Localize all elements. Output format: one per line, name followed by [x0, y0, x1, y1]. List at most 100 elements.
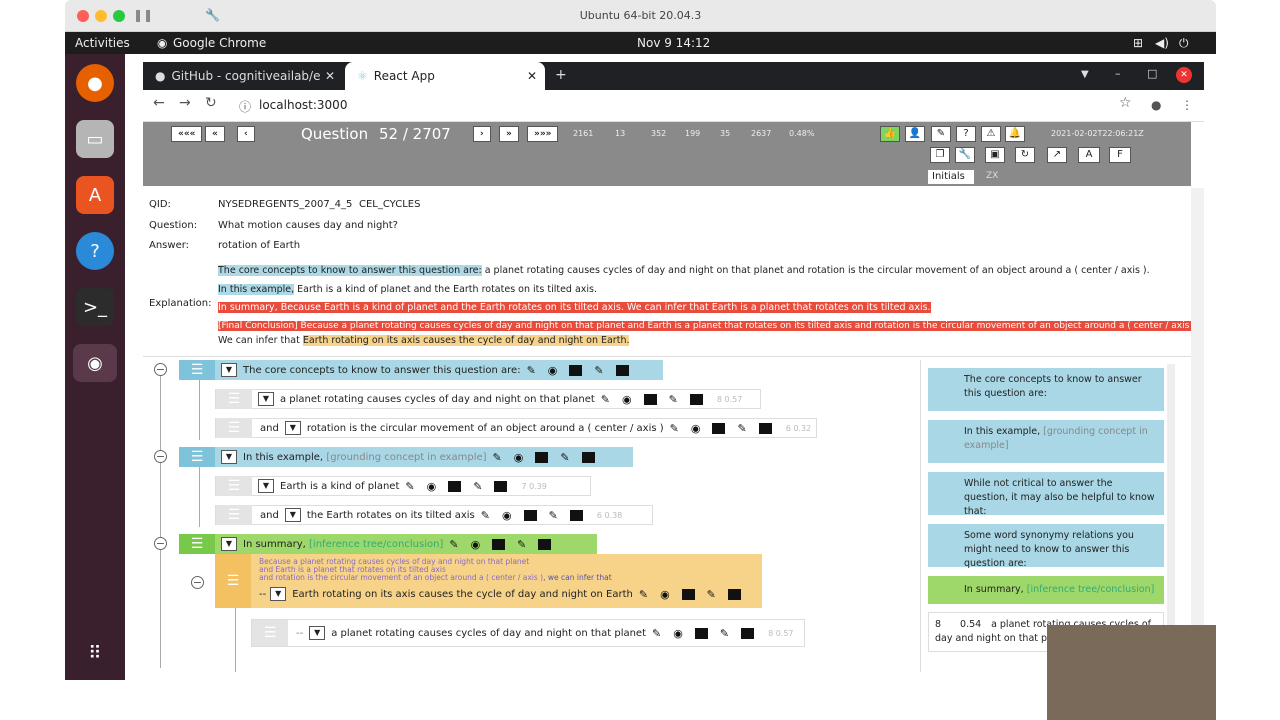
panel-synonymy[interactable]: Some word synonymy relations you might n… [928, 524, 1164, 569]
clock[interactable]: Nov 9 14:12 [637, 36, 710, 50]
warning-icon[interactable]: ⚠ [981, 126, 1001, 142]
first-button[interactable]: ««« [171, 126, 203, 142]
initials-input[interactable]: ZX [986, 171, 998, 181]
collapse-icon[interactable]: − [154, 450, 167, 463]
collapse-icon[interactable]: − [154, 363, 167, 376]
edit-icon[interactable]: ✎ [560, 451, 569, 464]
eye-icon[interactable]: ◉ [502, 509, 512, 522]
activities-button[interactable]: Activities [75, 36, 130, 50]
forward-icon[interactable]: → [179, 95, 191, 111]
maximize-icon[interactable]: □ [1147, 67, 1157, 80]
collapse-icon[interactable]: − [191, 576, 204, 589]
back-icon[interactable]: ← [153, 95, 165, 111]
prev10-button[interactable]: « [205, 126, 225, 142]
network-icon[interactable]: ⊞ [1133, 36, 1143, 50]
remove-icon[interactable] [615, 364, 629, 376]
last-button[interactable]: »»» [527, 126, 559, 142]
menu-icon[interactable]: ⋮ [1181, 98, 1193, 112]
eye-icon[interactable]: ◉ [427, 480, 437, 493]
drag-handle-icon[interactable]: ☰ [216, 476, 252, 496]
profile-icon[interactable]: ● [1151, 98, 1161, 112]
refresh-icon[interactable]: ↻ [1015, 147, 1035, 163]
edit-icon[interactable]: ✎ [473, 480, 482, 493]
drag-handle-icon[interactable]: ☰ [252, 620, 288, 646]
pencil-icon[interactable]: ✎ [652, 627, 661, 640]
export-icon[interactable]: F [1109, 147, 1131, 163]
dropdown-icon[interactable]: ▼ [309, 626, 326, 640]
prev-button[interactable]: ‹ [237, 126, 255, 142]
inference-conclusion[interactable]: -- ▼ Earth rotating on its axis causes t… [259, 584, 747, 604]
dropdown-icon[interactable]: ▼ [284, 508, 301, 522]
pencil-icon[interactable]: ✎ [670, 422, 679, 435]
help-icon[interactable]: ? [956, 126, 976, 142]
copy-icon[interactable] [643, 393, 657, 405]
drag-handle-icon[interactable]: ☰ [179, 360, 215, 380]
close-browser-icon[interactable]: ✕ [1176, 67, 1192, 83]
drag-handle-icon[interactable]: ☰ [215, 554, 251, 608]
remove-icon[interactable] [727, 588, 741, 600]
eye-icon[interactable]: ◉ [660, 588, 670, 601]
dropdown-icon[interactable]: ▼ [258, 479, 274, 493]
show-apps-icon[interactable]: ⠿ [76, 634, 114, 672]
tree-row-example[interactable]: ☰ ▼ In this example, [grounding concept … [179, 447, 633, 467]
edit-icon[interactable]: ✎ [720, 627, 729, 640]
copy-icon[interactable] [681, 588, 695, 600]
next-button[interactable]: › [473, 126, 491, 142]
edit-icon[interactable]: ✎ [737, 422, 746, 435]
drag-handle-icon[interactable]: ☰ [179, 534, 215, 554]
tools-icon[interactable]: 🔧 [955, 147, 975, 163]
bookmark-star-icon[interactable]: ☆ [1119, 95, 1132, 111]
collapse-icon[interactable]: − [154, 537, 167, 550]
tree-row-fact[interactable]: ☰ ▼ a planet rotating causes cycles of d… [215, 389, 761, 409]
info-icon[interactable]: ⓘ [239, 98, 251, 115]
font-size-icon[interactable]: A [1078, 147, 1100, 163]
volume-icon[interactable]: ◀) [1155, 36, 1169, 50]
tree-row-fact[interactable]: ☰ and ▼ the Earth rotates on its tilted … [215, 505, 653, 525]
eye-icon[interactable]: ◉ [673, 627, 683, 640]
copy-icon[interactable] [694, 627, 708, 639]
tree-row-fact[interactable]: ☰ ▼ Earth is a kind of planet ✎ ◉ ✎ 7 0.39 [215, 476, 591, 496]
pencil-icon[interactable]: ✎ [405, 480, 414, 493]
copy-icon[interactable] [712, 422, 726, 434]
copy-icon[interactable] [448, 480, 462, 492]
copy-icon[interactable] [523, 509, 537, 521]
pencil-icon[interactable]: ✎ [481, 509, 490, 522]
tab-search-icon[interactable]: ▼ [1081, 69, 1089, 80]
edit-icon[interactable]: ✎ [931, 126, 951, 142]
files-icon[interactable]: ▭ [76, 120, 114, 158]
dropdown-icon[interactable]: ▼ [221, 450, 237, 464]
dropdown-icon[interactable]: ▼ [221, 363, 237, 377]
copy-icon[interactable] [535, 451, 549, 463]
edit-icon[interactable]: ✎ [549, 509, 558, 522]
drag-handle-icon[interactable]: ☰ [216, 505, 252, 525]
new-tab-icon[interactable]: + [555, 67, 567, 83]
thumbs-up-icon[interactable]: 👍 [880, 126, 900, 142]
eye-icon[interactable]: ◉ [471, 538, 481, 551]
panel-scrollbar[interactable] [1167, 364, 1175, 664]
bell-icon[interactable]: 🔔 [1005, 126, 1025, 142]
copy-icon[interactable]: ❐ [930, 147, 950, 163]
edit-icon[interactable]: ✎ [707, 588, 716, 601]
reload-icon[interactable]: ↻ [205, 95, 217, 111]
panel-optional[interactable]: While not critical to answer the questio… [928, 472, 1164, 517]
remove-icon[interactable] [689, 393, 703, 405]
add-user-icon[interactable]: 👤 [905, 126, 925, 142]
edit-icon[interactable]: ✎ [517, 538, 526, 551]
eye-icon[interactable]: ◉ [514, 451, 524, 464]
remove-icon[interactable] [758, 422, 772, 434]
url-field[interactable]: localhost:3000 [259, 98, 347, 112]
remove-icon[interactable] [569, 509, 583, 521]
panel-example[interactable]: In this example, [grounding concept in e… [928, 420, 1164, 463]
chart-icon[interactable]: ↗ [1047, 147, 1067, 163]
edit-icon[interactable]: ✎ [594, 364, 603, 377]
eye-icon[interactable]: ◉ [622, 393, 632, 406]
tree-row-fact[interactable]: ☰ -- ▼ a planet rotating causes cycles o… [251, 619, 805, 647]
copy-icon[interactable] [569, 364, 583, 376]
power-icon[interactable]: ⏻ [1179, 36, 1189, 51]
remove-icon[interactable] [538, 538, 552, 550]
eye-icon[interactable]: ◉ [691, 422, 701, 435]
software-icon[interactable]: A [76, 176, 114, 214]
pencil-icon[interactable]: ✎ [527, 364, 536, 377]
panel-summary[interactable]: In summary, [inference tree/conclusion] [928, 576, 1164, 604]
terminal-icon[interactable]: >_ [76, 288, 114, 326]
